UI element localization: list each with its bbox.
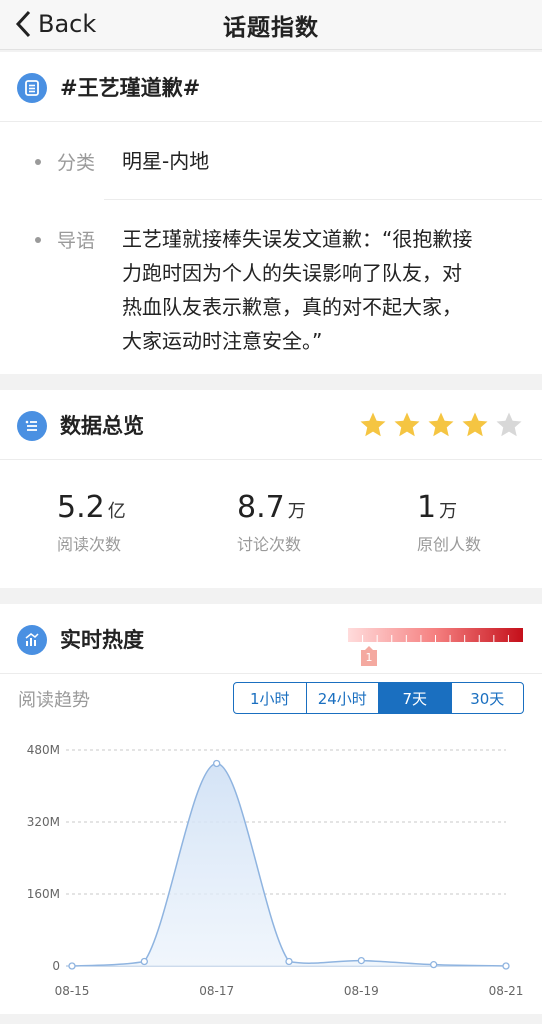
intro-bullet — [35, 237, 41, 243]
range-30d[interactable]: 30天 — [452, 683, 524, 713]
x-tick-label: 08-17 — [199, 984, 234, 998]
category-value: 明星-内地 — [122, 149, 210, 173]
data-point — [140, 957, 148, 966]
y-tick-label: 480M — [27, 743, 60, 757]
stat-value: 1 — [417, 490, 437, 525]
x-tick-label: 08-15 — [55, 984, 90, 998]
stat-unit: 万 — [287, 501, 306, 522]
star-icon — [462, 412, 488, 437]
data-point — [68, 962, 76, 970]
intro-text: 王艺瑾就接棒失误发文道歉：“很抱歉接 力跑时因为个人的失误影响了队友，对 热血队… — [122, 222, 532, 358]
data-point — [502, 962, 510, 970]
intro-line: 大家运动时注意安全。” — [122, 329, 323, 353]
intro-line: 热血队友表示歉意，真的对不起大家， — [122, 295, 462, 319]
intro-line: 力跑时因为个人的失误影响了队友，对 — [122, 261, 462, 285]
overview-card: 数据总览 5.2 亿 阅读次数 8.7 万 讨论次数 1万 原创人数 — [0, 390, 542, 588]
range-1h[interactable]: 1小时 — [234, 683, 307, 713]
topic-title: #王艺瑾道歉# — [60, 76, 201, 100]
category-bullet — [35, 159, 41, 165]
stat-label: 原创人数 — [417, 535, 482, 554]
page-title: 话题指数 — [223, 15, 319, 41]
data-point — [213, 759, 221, 768]
star-icon — [360, 412, 386, 437]
rating-stars — [358, 410, 524, 440]
star-icon — [496, 412, 522, 437]
stat-value: 8.7 — [237, 490, 285, 525]
stat-unit: 亿 — [107, 501, 126, 522]
divider — [104, 199, 542, 200]
bar-chart-icon — [17, 625, 47, 655]
topic-header: #王艺瑾道歉# — [0, 52, 542, 122]
stat-discussions: 8.7 万 讨论次数 — [237, 490, 306, 555]
trend-label: 阅读趋势 — [18, 690, 90, 711]
stat-label: 讨论次数 — [237, 535, 302, 554]
stat-unit: 万 — [439, 501, 458, 522]
x-tick-label: 08-19 — [344, 984, 379, 998]
intro-line: 王艺瑾就接棒失误发文道歉：“很抱歉接 — [122, 227, 473, 251]
series-line — [71, 762, 507, 967]
intro-label: 导语 — [57, 230, 96, 252]
list-icon — [17, 411, 47, 441]
star-icon — [394, 412, 420, 437]
range-selector: 1小时 24小时 7天 30天 — [233, 682, 524, 714]
series-area — [72, 763, 506, 966]
heat-level-marker: 1 — [361, 646, 377, 666]
data-point — [357, 956, 365, 965]
overview-header: 数据总览 — [0, 390, 542, 460]
document-icon — [17, 73, 47, 103]
heat-title: 实时热度 — [60, 628, 144, 652]
heat-scale-ticks — [362, 635, 509, 642]
y-tick-label: 0 — [52, 959, 60, 973]
overview-title: 数据总览 — [60, 414, 144, 438]
range-7d[interactable]: 7天 — [379, 683, 452, 713]
stat-label: 阅读次数 — [57, 535, 122, 554]
heat-level-value: 1 — [361, 650, 377, 666]
topic-card: #王艺瑾道歉# 分类 明星-内地 导语 王艺瑾就接棒失误发文道歉：“很抱歉接 力… — [0, 52, 542, 374]
stat-originals: 1万 原创人数 — [417, 490, 481, 555]
heat-header: 实时热度 1 — [0, 604, 542, 674]
range-24h[interactable]: 24小时 — [307, 683, 379, 713]
reading-trend-chart: 0 160M 320M 480M 08-15 08-17 08-19 08-21 — [27, 743, 524, 998]
y-tick-label: 320M — [27, 815, 60, 829]
nav-bar: Back 话题指数 — [0, 0, 542, 50]
heat-card: 实时热度 1 阅读趋势 1小时 24小时 7天 30天 0 160M 320M 480… — [0, 604, 542, 1014]
stat-reads: 5.2 亿 阅读次数 — [57, 490, 126, 555]
y-tick-label: 160M — [27, 887, 60, 901]
star-icon — [428, 412, 454, 437]
x-tick-label: 08-21 — [489, 984, 524, 998]
category-label: 分类 — [57, 152, 96, 174]
data-point — [430, 960, 438, 969]
data-point — [285, 957, 293, 966]
stat-value: 5.2 — [57, 490, 105, 525]
